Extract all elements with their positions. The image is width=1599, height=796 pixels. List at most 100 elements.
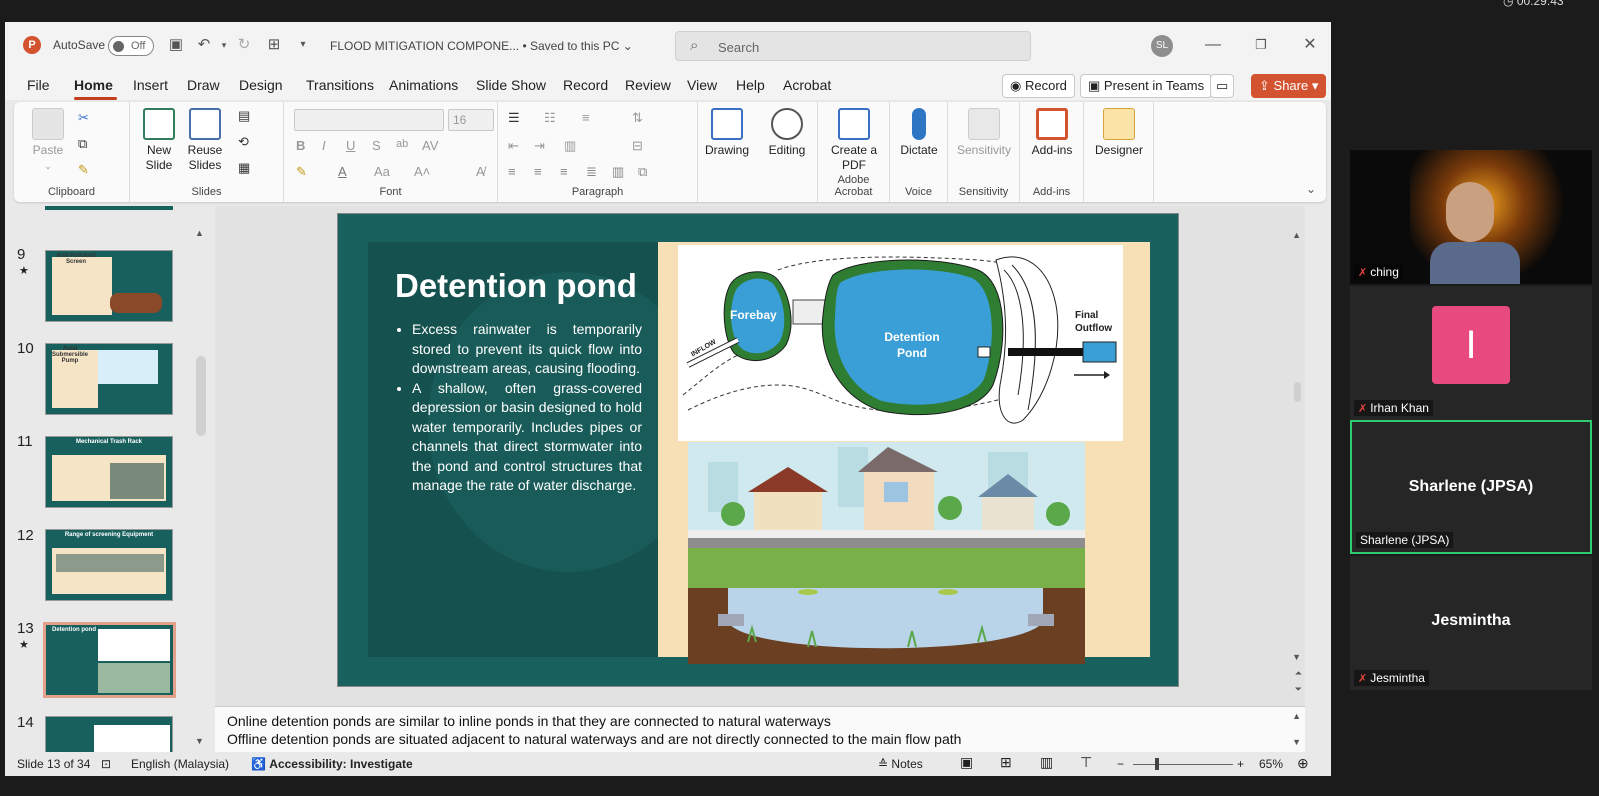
participant-tile-jesmintha[interactable]: Jesmintha ✗ Jesmintha [1350,556,1592,690]
new-slide-button[interactable]: New Slide [138,108,180,173]
copy-icon[interactable]: ⧉ [78,136,87,152]
indent-increase-icon[interactable]: ⇥ [534,138,545,154]
detention-pond-diagram[interactable]: Forebay INFLOW Detention Pond Final Outflo… [678,245,1123,441]
accessibility-status[interactable]: ♿ Accessibility: Investigate [251,757,413,771]
underline-icon[interactable]: U [346,138,355,153]
tab-transitions[interactable]: Transitions [306,77,374,93]
tab-file[interactable]: File [27,77,50,93]
slide-thumbnail-13[interactable]: Detention pond [43,622,176,698]
align-text-icon[interactable]: ⊟ [632,138,643,154]
user-avatar[interactable]: SL [1151,35,1173,57]
font-color-icon[interactable]: A [338,164,347,179]
text-direction-icon[interactable]: ⇅ [632,110,643,126]
tab-view[interactable]: View [687,77,717,93]
font-family-select[interactable] [294,109,444,131]
share-button[interactable]: ⇪ Share ▾ [1251,74,1327,98]
paste-button[interactable]: Paste ⌄ [28,108,68,174]
tab-home[interactable]: Home [74,77,113,93]
align-left-icon[interactable]: ≡ [508,164,516,179]
slide-thumbnail-12[interactable]: Range of screening Equipment [45,529,173,601]
bullets-icon[interactable]: ☰ [508,110,520,126]
indent-decrease-icon[interactable]: ⇤ [508,138,519,154]
char-spacing2-icon[interactable]: AV [422,138,438,153]
highlight-icon[interactable]: ✎ [296,164,307,180]
present-icon[interactable]: ⊞ [265,36,283,54]
dictate-button[interactable]: Dictate [894,108,944,158]
collapse-ribbon-icon[interactable]: ⌄ [1306,182,1316,196]
line-spacing-icon[interactable]: ≡ [582,110,590,125]
slide-sorter-icon[interactable]: ⊞ [1000,754,1012,771]
reading-view-icon[interactable]: ▥ [1040,754,1053,771]
present-in-teams-button[interactable]: ▣ Present in Teams [1080,74,1213,98]
sensitivity-button[interactable]: Sensitivity [954,108,1014,158]
search-box[interactable]: ⌕ Search [675,31,1031,61]
designer-button[interactable]: Designer [1090,108,1148,158]
tab-insert[interactable]: Insert [133,77,168,93]
drawing-button[interactable]: Drawing [702,108,752,158]
justify-icon[interactable]: ≣ [586,164,597,180]
zoom-out-icon[interactable]: − [1117,757,1124,771]
undo-dropdown-icon[interactable]: ▾ [215,36,233,54]
normal-view-icon[interactable]: ▣ [960,754,973,771]
italic-icon[interactable]: I [322,138,326,153]
fit-slide-icon[interactable]: ⊕ [1297,755,1309,772]
tab-slide-show[interactable]: Slide Show [476,77,546,93]
change-case-icon[interactable]: Aa [374,164,390,179]
char-spacing-icon[interactable]: ab [396,138,408,150]
tab-design[interactable]: Design [239,77,283,93]
columns2-icon[interactable]: ▥ [612,164,624,180]
align-right-icon[interactable]: ≡ [560,164,568,179]
columns-icon[interactable]: ▥ [564,138,576,154]
participant-tile-ching[interactable]: ✗ ching [1350,150,1592,284]
clear-format-icon[interactable]: A̸ [476,164,485,179]
thumbnail-scrollbar[interactable] [196,356,206,436]
tab-animations[interactable]: Animations [389,77,458,93]
font-size-select[interactable]: 16 [448,109,494,131]
record-button[interactable]: ◉ Record [1002,74,1075,98]
zoom-in-icon[interactable]: + [1237,757,1244,771]
prev-slide-icon[interactable]: ⏶ [1295,668,1302,679]
customize-toolbar-icon[interactable]: ▾ [294,36,312,54]
next-slide-icon[interactable]: ⏷ [1295,684,1302,695]
addins-button[interactable]: Add-ins [1026,108,1078,158]
comments-button[interactable]: ▭ [1210,74,1235,98]
zoom-level[interactable]: 65% [1259,757,1283,771]
notes-scroll-up-icon[interactable]: ▲ [1292,711,1301,721]
autosave-toggle[interactable]: Off [108,36,154,56]
notes-pane[interactable]: Online detention ponds are similar to in… [215,706,1305,752]
canvas-scroll-up-icon[interactable]: ▲ [1292,230,1301,240]
slide-thumbnail-10[interactable]: Axial Submersible Pump [45,343,173,415]
redo-icon[interactable]: ↻ [235,36,253,54]
scroll-down-icon[interactable]: ▼ [195,736,204,746]
notes-toggle[interactable]: ≙ Notes [878,757,923,771]
reset-icon[interactable]: ⟲ [238,134,249,150]
slide-thumbnail-9[interactable]: Anti-Pollutant Screen [45,250,173,322]
minimize-icon[interactable]: — [1203,35,1223,55]
bold-icon[interactable]: B [296,138,305,153]
cut-icon[interactable]: ✂ [78,110,89,126]
save-icon[interactable]: ▣ [167,36,185,54]
document-title[interactable]: FLOOD MITIGATION COMPONE... • Saved to t… [330,39,633,53]
slide-thumbnail-11[interactable]: Mechanical Trash Rack [45,436,173,508]
restore-icon[interactable]: ❐ [1251,35,1271,55]
reuse-slides-button[interactable]: Reuse Slides [184,108,226,173]
canvas-scroll-down-icon[interactable]: ▼ [1292,652,1301,662]
tab-acrobat[interactable]: Acrobat [783,77,831,93]
format-painter-icon[interactable]: ✎ [78,162,89,178]
pond-illustration[interactable] [688,442,1085,664]
editing-button[interactable]: Editing [762,108,812,158]
participant-tile-irhan[interactable]: I ✗ Irhan Khan [1350,286,1592,420]
layout-icon[interactable]: ▤ [238,108,250,124]
slideshow-view-icon[interactable]: ⊤ [1080,754,1092,771]
slide-bullets[interactable]: Excess rainwater is temporarily stored t… [390,320,642,496]
language-status[interactable]: English (Malaysia) [131,757,229,771]
font-grow-icon[interactable]: A˄ [414,164,430,179]
numbering-icon[interactable]: ☷ [544,110,556,126]
create-pdf-button[interactable]: Create a PDF [824,108,884,173]
close-icon[interactable]: ✕ [1300,35,1320,55]
scroll-up-icon[interactable]: ▲ [195,228,204,238]
tab-help[interactable]: Help [736,77,765,93]
participant-tile-sharlene[interactable]: Sharlene (JPSA) Sharlene (JPSA) [1350,420,1592,554]
current-slide[interactable]: Detention pond Excess rainwater is tempo… [337,213,1179,687]
zoom-slider-thumb[interactable] [1155,758,1159,770]
